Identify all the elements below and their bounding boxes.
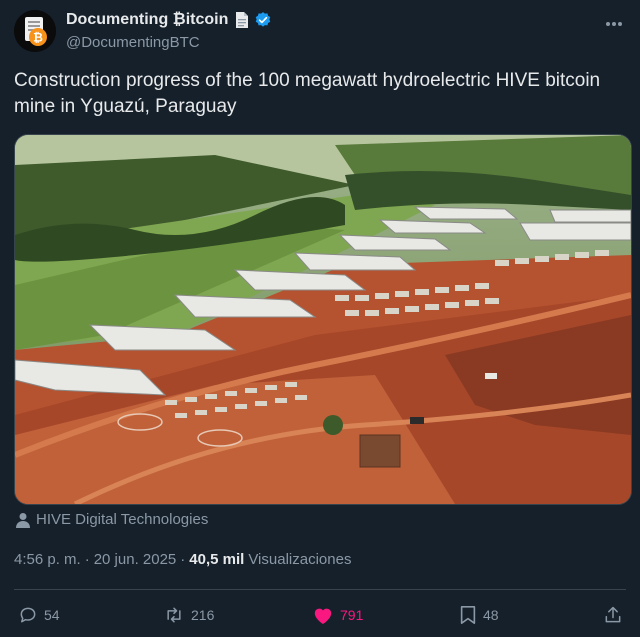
document-emoji-icon: [234, 11, 250, 29]
avatar[interactable]: ₿: [14, 10, 56, 52]
bookmark-count: 48: [483, 607, 499, 623]
share-icon: [605, 606, 621, 623]
tweet-time[interactable]: 4:56 p. m.: [14, 551, 81, 568]
display-name[interactable]: Documenting ₿itcoin: [66, 11, 228, 29]
tweet-media[interactable]: [14, 134, 632, 505]
meta-separator: ·: [84, 551, 90, 568]
divider: [14, 589, 626, 590]
svg-text:₿: ₿: [33, 31, 43, 45]
verified-badge-icon[interactable]: [254, 11, 272, 29]
share-button[interactable]: [603, 605, 629, 625]
action-bar: 54 216 791 48: [18, 605, 626, 629]
views-count: 40,5 mil: [189, 551, 245, 568]
reply-button[interactable]: 54: [18, 605, 60, 625]
views-label: Visualizaciones: [248, 551, 352, 568]
tweet-text: Construction progress of the 100 megawat…: [14, 70, 601, 117]
like-button[interactable]: 791: [312, 605, 363, 625]
aerial-photo-bitcoin-mine: [15, 135, 631, 504]
reply-count: 54: [44, 607, 60, 623]
media-credit[interactable]: HIVE Digital Technologies: [16, 511, 208, 528]
more-options-icon[interactable]: [604, 16, 624, 32]
repost-button[interactable]: 216: [163, 605, 214, 625]
repost-count: 216: [191, 607, 215, 623]
repost-icon: [167, 607, 181, 623]
tweet-date[interactable]: 20 jun. 2025: [94, 551, 177, 568]
meta-separator: ·: [180, 551, 186, 568]
tweet-header: ₿ Documenting ₿itcoin @DocumentingBTC: [14, 10, 626, 54]
like-count: 791: [340, 607, 364, 623]
person-icon: [16, 512, 30, 528]
bookmark-button[interactable]: 48: [459, 605, 499, 625]
bitcoin-document-icon: ₿: [14, 10, 56, 52]
handle[interactable]: @DocumentingBTC: [66, 34, 272, 51]
heart-icon: [314, 608, 332, 625]
bookmark-icon: [460, 606, 476, 624]
media-credit-label: HIVE Digital Technologies: [36, 511, 209, 528]
tweet-meta: 4:56 p. m. · 20 jun. 2025 · 40,5 mil Vis…: [14, 551, 351, 568]
reply-icon: [20, 607, 36, 623]
